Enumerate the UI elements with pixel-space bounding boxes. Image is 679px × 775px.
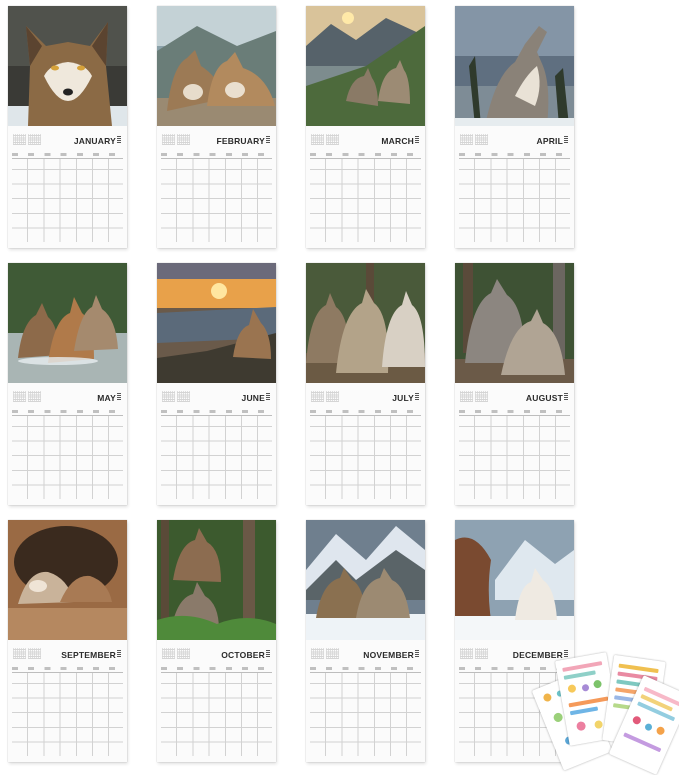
- month-title: MARCH: [381, 136, 419, 146]
- mini-calendar: [162, 391, 175, 402]
- calendar-page-november: NOVEMBER: [306, 520, 425, 762]
- mini-calendar: [460, 648, 473, 659]
- wolf-portrait-icon: [8, 6, 127, 126]
- day-grid: [161, 158, 272, 242]
- month-title: NOVEMBER: [363, 650, 419, 660]
- calendar-sheet: OCTOBER: [157, 640, 276, 762]
- day-grid: [161, 672, 272, 756]
- mini-calendar: [475, 391, 488, 402]
- day-grid: [310, 415, 421, 499]
- day-grid: [12, 158, 123, 242]
- mini-calendar: [13, 648, 26, 659]
- mini-calendar: [326, 648, 339, 659]
- mini-calendar: [311, 134, 324, 145]
- calendar-page-april: APRIL: [455, 6, 574, 248]
- wolf-on-rock-sunset-icon: [157, 263, 276, 383]
- day-grid: [161, 415, 272, 499]
- mini-calendar: [311, 648, 324, 659]
- calendar-page-march: MARCH: [306, 6, 425, 248]
- calendar-sheet: SEPTEMBER: [8, 640, 127, 762]
- mini-calendar: [177, 648, 190, 659]
- month-title: MAY: [97, 393, 121, 403]
- sticker-sheets: [531, 652, 679, 775]
- calendar-sheet: JANUARY: [8, 126, 127, 248]
- calendar-sheet: MAY: [8, 383, 127, 505]
- calendar-page-july: JULY: [306, 263, 425, 505]
- day-grid: [459, 158, 570, 242]
- calendar-page-january: JANUARY: [8, 6, 127, 248]
- mini-calendar: [177, 134, 190, 145]
- day-grid: [12, 672, 123, 756]
- wolves-mountain-sunrise-icon: [306, 6, 425, 126]
- month-title: JULY: [392, 393, 419, 403]
- wolves-in-stream-icon: [8, 263, 127, 383]
- calendar-page-august: AUGUST: [455, 263, 574, 505]
- two-wolves-resting-icon: [157, 6, 276, 126]
- month-title: APRIL: [537, 136, 568, 146]
- calendar-sheet: FEBRUARY: [157, 126, 276, 248]
- mini-calendar: [177, 391, 190, 402]
- wolves-snow-mountain-icon: [306, 520, 425, 640]
- calendar-sheet: AUGUST: [455, 383, 574, 505]
- mini-calendar: [460, 391, 473, 402]
- mini-calendar: [475, 134, 488, 145]
- howling-wolf-icon: [455, 6, 574, 126]
- month-title: JUNE: [242, 393, 270, 403]
- day-grid: [310, 158, 421, 242]
- month-title: FEBRUARY: [216, 136, 270, 146]
- wolf-pair-forest-icon: [455, 263, 574, 383]
- calendar-sheet: JUNE: [157, 383, 276, 505]
- white-wolf-snow-icon: [455, 520, 574, 640]
- calendar-sheet: MARCH: [306, 126, 425, 248]
- day-grid: [459, 415, 570, 499]
- calendar-page-june: JUNE: [157, 263, 276, 505]
- mini-calendar: [13, 391, 26, 402]
- wolves-ferns-icon: [157, 520, 276, 640]
- month-title: SEPTEMBER: [61, 650, 121, 660]
- wolves-in-den-icon: [8, 520, 127, 640]
- month-title: OCTOBER: [221, 650, 270, 660]
- mini-calendar: [162, 134, 175, 145]
- mini-calendar: [460, 134, 473, 145]
- month-title: AUGUST: [526, 393, 568, 403]
- calendar-page-may: MAY: [8, 263, 127, 505]
- day-grid: [310, 672, 421, 756]
- mini-calendar: [13, 134, 26, 145]
- mini-calendar: [326, 391, 339, 402]
- mini-calendar: [28, 134, 41, 145]
- day-grid: [12, 415, 123, 499]
- mini-calendar: [311, 391, 324, 402]
- calendar-sheet: APRIL: [455, 126, 574, 248]
- calendar-page-september: SEPTEMBER: [8, 520, 127, 762]
- wolf-pack-forest-icon: [306, 263, 425, 383]
- calendar-sheet: NOVEMBER: [306, 640, 425, 762]
- mini-calendar: [28, 648, 41, 659]
- calendar-page-october: OCTOBER: [157, 520, 276, 762]
- mini-calendar: [28, 391, 41, 402]
- mini-calendar: [326, 134, 339, 145]
- mini-calendar: [475, 648, 488, 659]
- calendar-sheet: JULY: [306, 383, 425, 505]
- mini-calendar: [162, 648, 175, 659]
- calendar-page-february: FEBRUARY: [157, 6, 276, 248]
- month-title: JANUARY: [74, 136, 121, 146]
